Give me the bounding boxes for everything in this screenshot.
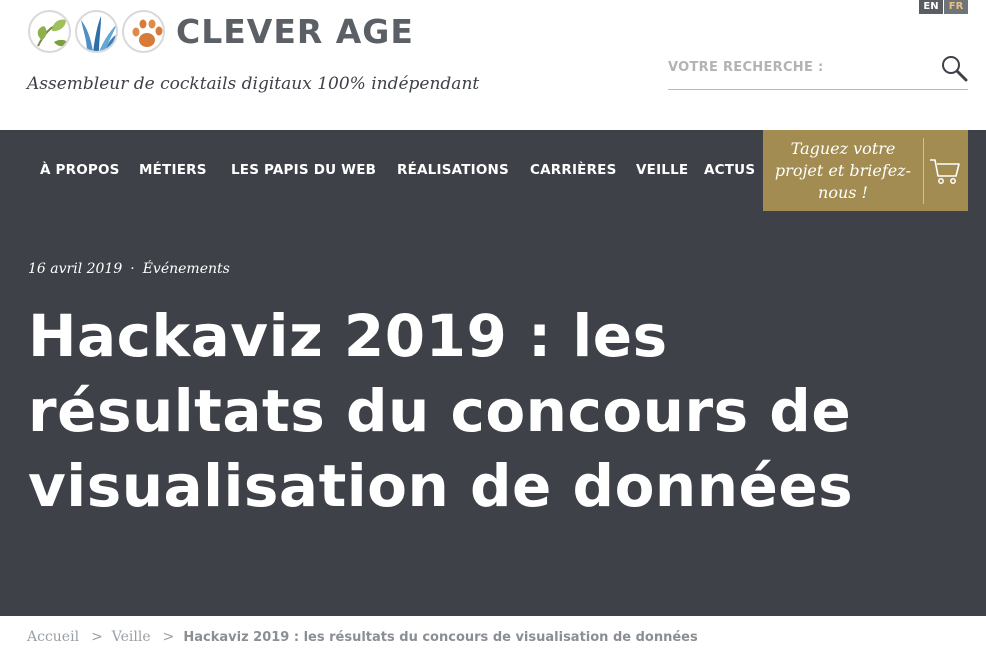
logo[interactable]: CLEVER AGE bbox=[28, 10, 414, 53]
lang-fr[interactable]: FR bbox=[944, 0, 968, 14]
nav-item-realisations[interactable]: RÉALISATIONS bbox=[397, 130, 509, 211]
cta-line-3: nous ! bbox=[818, 183, 868, 202]
nav-item-veille[interactable]: VEILLE bbox=[636, 130, 688, 211]
tagline: Assembleur de cocktails digitaux 100% in… bbox=[27, 74, 480, 94]
nav-item-les-papis-du-web[interactable]: LES PAPIS DU WEB bbox=[231, 130, 376, 211]
logo-icons bbox=[28, 10, 165, 53]
breadcrumb-home[interactable]: Accueil bbox=[27, 629, 79, 645]
leaf-icon bbox=[28, 10, 71, 53]
lang-en[interactable]: EN bbox=[919, 0, 943, 14]
cta-divider bbox=[923, 138, 924, 204]
nav-item-carrieres[interactable]: CARRIÈRES bbox=[530, 130, 617, 211]
cta-line-1: Taguez votre bbox=[790, 139, 896, 158]
search-input[interactable] bbox=[668, 52, 928, 82]
article-date: 16 avril 2019 bbox=[28, 261, 123, 277]
language-switcher: EN FR bbox=[919, 0, 968, 14]
main-nav: À PROPOS MÉTIERS LES PAPIS DU WEB RÉALIS… bbox=[0, 130, 986, 211]
site-header: CLEVER AGE Assembleur de cocktails digit… bbox=[0, 0, 986, 130]
breadcrumb-separator: > bbox=[91, 629, 103, 645]
logo-text: CLEVER AGE bbox=[176, 12, 414, 51]
cta-line-2: projet et briefez- bbox=[774, 161, 912, 180]
breadcrumb-current: Hackaviz 2019 : les résultats du concour… bbox=[183, 630, 698, 645]
nav-item-actus[interactable]: ACTUS bbox=[704, 130, 755, 211]
brief-project-button[interactable]: Taguez votre projet et briefez- nous ! bbox=[763, 130, 968, 211]
cta-text: Taguez votre projet et briefez- nous ! bbox=[769, 138, 917, 204]
search-icon[interactable] bbox=[940, 54, 968, 82]
breadcrumb-separator: > bbox=[162, 629, 175, 645]
cart-icon bbox=[929, 154, 961, 186]
nav-item-a-propos[interactable]: À PROPOS bbox=[40, 130, 120, 211]
article-category[interactable]: Événements bbox=[143, 261, 230, 277]
article-meta: 16 avril 2019 · Événements bbox=[28, 261, 230, 277]
meta-separator: · bbox=[130, 261, 135, 277]
page-title: Hackaviz 2019 : les résultats du concour… bbox=[28, 302, 854, 520]
grass-icon bbox=[75, 10, 118, 53]
breadcrumb-veille[interactable]: Veille bbox=[112, 629, 151, 645]
paw-icon bbox=[122, 10, 165, 53]
article-hero: 16 avril 2019 · Événements Hackaviz 2019 :… bbox=[0, 211, 986, 616]
breadcrumb: Accueil > Veille > Hackaviz 2019 : les r… bbox=[0, 616, 986, 662]
search-bar bbox=[668, 52, 968, 90]
nav-item-metiers[interactable]: MÉTIERS bbox=[139, 130, 207, 211]
